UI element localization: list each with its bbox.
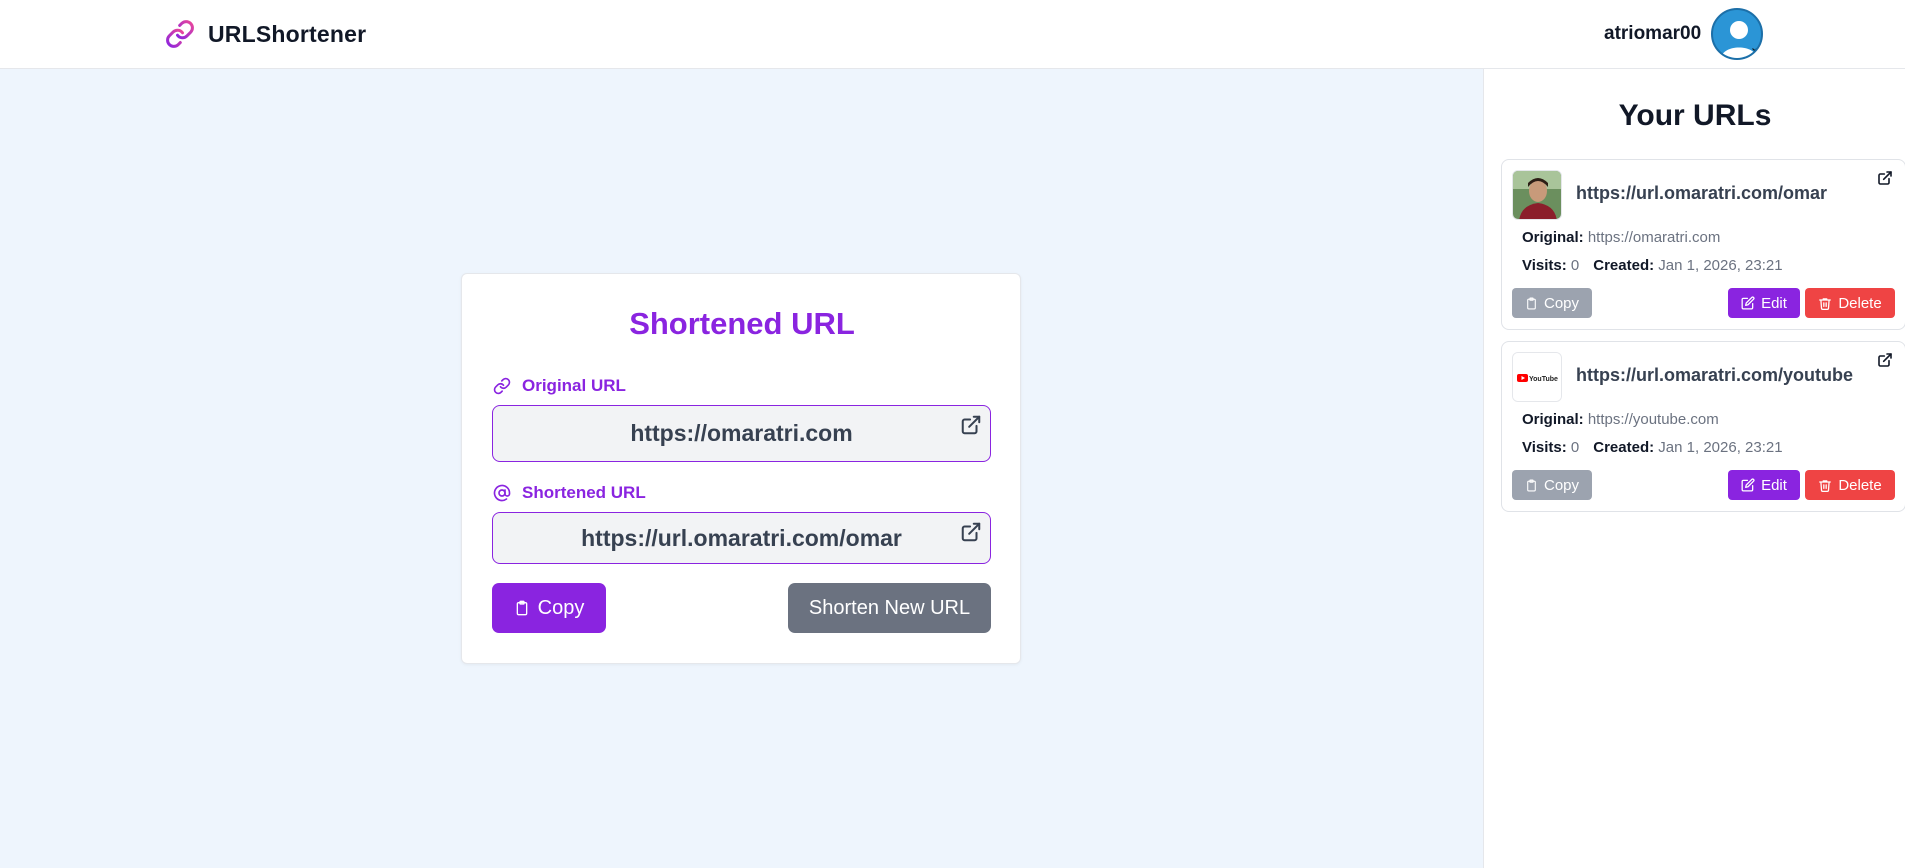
link-logo-icon: [164, 18, 196, 50]
copy-button-label: Copy: [1543, 294, 1580, 312]
at-icon: [492, 483, 512, 503]
original-url-meta: Original: https://omaratri.com: [1522, 229, 1721, 246]
brand-title: URLShortener: [208, 20, 367, 47]
external-link-icon[interactable]: [1877, 352, 1895, 370]
copy-button-label: Copy: [537, 596, 585, 619]
copy-button[interactable]: Copy: [1512, 470, 1592, 500]
username: atriomar00: [1604, 23, 1702, 44]
shortened-url-value: https://url.omaratri.com/omar: [581, 524, 902, 551]
user-menu[interactable]: atriomar00 ⌄: [1604, 8, 1764, 60]
sidebar-title: Your URLs: [1618, 99, 1772, 132]
shorten-new-url-button[interactable]: Shorten New URL: [788, 583, 991, 633]
stats-meta: Visits: 0 Created: Jan 1, 2026, 23:21: [1522, 257, 1783, 274]
original-url-field[interactable]: https://omaratri.com: [492, 405, 991, 462]
edit-icon: [1741, 296, 1755, 310]
card-title: Shortened URL: [629, 306, 855, 341]
original-url-value: https://omaratri.com: [630, 420, 853, 446]
stats-meta: Visits: 0 Created: Jan 1, 2026, 23:21: [1522, 439, 1783, 456]
edit-icon: [1741, 478, 1755, 492]
trash-icon: [1819, 479, 1832, 492]
original-url-meta: Original: https://youtube.com: [1522, 411, 1719, 428]
your-urls-sidebar: Your URLs https://url.omaratri.com/omar …: [1483, 69, 1905, 868]
top-bar: URLShortener atriomar00 ⌄: [0, 0, 1905, 69]
link-icon: [492, 376, 512, 396]
edit-button[interactable]: Edit: [1728, 470, 1800, 500]
edit-button-label: Edit: [1761, 476, 1787, 494]
brand[interactable]: URLShortener: [164, 18, 366, 50]
edit-button-label: Edit: [1761, 294, 1787, 312]
visits-count: 0: [1570, 257, 1580, 274]
shortened-url-field[interactable]: https://url.omaratri.com/omar: [492, 512, 991, 564]
short-url-link[interactable]: https://url.omaratri.com/omar: [1576, 183, 1827, 204]
clipboard-icon: [516, 600, 527, 616]
youtube-logo-text: YouTube: [1529, 376, 1558, 383]
original-url-label: Original URL: [492, 376, 626, 396]
created-date: Jan 1, 2026, 23:21: [1658, 439, 1783, 456]
short-url-link[interactable]: https://url.omaratri.com/youtube: [1576, 365, 1853, 386]
original-url-label-text: Original URL: [522, 376, 626, 395]
original-url-text: https://omaratri.com: [1587, 229, 1721, 246]
original-url-text: https://youtube.com: [1587, 411, 1719, 428]
delete-button-label: Delete: [1838, 476, 1882, 494]
copy-button-label: Copy: [1543, 476, 1580, 494]
url-list-item: https://url.omaratri.com/omar Original: …: [1501, 159, 1905, 330]
copy-button[interactable]: Copy: [492, 583, 606, 633]
youtube-logo-thumbnail: YouTube: [1512, 352, 1562, 402]
external-link-icon[interactable]: [960, 521, 982, 543]
external-link-icon[interactable]: [960, 414, 982, 436]
delete-button-label: Delete: [1838, 294, 1882, 312]
clipboard-icon: [1527, 479, 1536, 491]
shortened-url-label-text: Shortened URL: [522, 483, 646, 502]
delete-button[interactable]: Delete: [1805, 288, 1895, 318]
trash-icon: [1819, 297, 1832, 310]
copy-button[interactable]: Copy: [1512, 288, 1592, 318]
chevron-down-icon: ⌄: [1749, 42, 1760, 54]
edit-button[interactable]: Edit: [1728, 288, 1800, 318]
visits-count: 0: [1570, 439, 1580, 456]
created-date: Jan 1, 2026, 23:21: [1658, 257, 1783, 274]
shortened-url-label: Shortened URL: [492, 483, 646, 503]
external-link-icon[interactable]: [1877, 170, 1895, 188]
avatar[interactable]: ⌄: [1711, 8, 1764, 60]
clipboard-icon: [1527, 297, 1536, 309]
profile-photo-thumbnail: [1512, 170, 1562, 220]
delete-button[interactable]: Delete: [1805, 470, 1895, 500]
url-list-item: YouTube https://url.omaratri.com/youtube…: [1501, 341, 1905, 512]
shortened-url-card: Shortened URL Original URL https://omara…: [461, 273, 1021, 664]
